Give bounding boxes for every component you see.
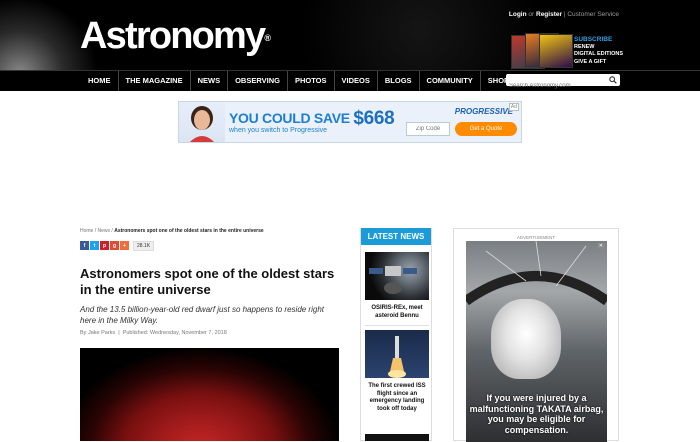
ad-close-icon[interactable]: ✕ [596,243,605,249]
news-caption[interactable]: OSIRIS-REx, meet asteroid Bennu [365,305,429,320]
news-thumbnail[interactable] [365,330,429,378]
breadcrumb-home[interactable]: Home [80,228,93,234]
breadcrumb-news[interactable]: News [98,228,111,234]
breadcrumb-current: Astronomers spot one of the oldest stars… [114,228,264,234]
site-logo[interactable]: Astronomy® [80,14,271,58]
ad-headline: YOU COULD SAVE $668 [229,108,395,129]
magazine-cover-3 [539,34,573,68]
site-header: Astronomy® Login or Register | Customer … [0,0,700,70]
search-box [506,74,620,92]
latest-news-panel: LATEST NEWS OSIRIS-REx, meet asteroid Be… [360,228,432,441]
more-share-icon[interactable]: + [120,241,129,250]
nav-photos[interactable]: PHOTOS [288,71,335,91]
banner-ad[interactable]: YOU COULD SAVE $668 when you switch to P… [178,101,522,143]
author[interactable]: By Jake Parks [80,330,115,336]
ad-label: ADVERTISEMENT [516,235,556,240]
breadcrumb: Home / News / Astronomers spot one of th… [80,228,264,234]
news-thumbnail[interactable] [365,252,429,300]
latest-news-item[interactable]: OSIRIS-REx, meet asteroid Bennu [365,252,429,326]
latest-news-heading: LATEST NEWS [361,228,431,245]
digital-editions-link[interactable]: DIGITAL EDITIONS [574,51,623,59]
pinterest-icon[interactable]: p [100,241,109,250]
article-title: Astronomers spot one of the oldest stars… [80,266,335,297]
subscribe-box: SUBSCRIBE RENEW DIGITAL EDITIONS GIVE A … [574,36,623,66]
facebook-icon[interactable]: f [80,241,89,250]
magazine-covers[interactable] [511,33,573,69]
airbag-shape [491,299,561,379]
ad-choices-tag[interactable]: Ad [508,103,519,111]
ad-text: If you were injured by a malfunctioning … [469,393,604,435]
airbag-ad-image[interactable]: If you were injured by a malfunctioning … [466,241,607,442]
account-links: Login or Register | Customer Service [508,11,619,18]
ad-quote-button[interactable]: Get a Quote [455,122,517,136]
nav-home[interactable]: HOME [81,71,119,91]
ad-subline: when you switch to Progressive [229,127,328,134]
google-plus-icon[interactable]: g [110,241,119,250]
nav-the-magazine[interactable]: THE MAGAZINE [119,71,191,91]
search-input[interactable] [506,80,606,92]
latest-news-item[interactable]: The first crewed ISS flight since an eme… [365,330,429,413]
login-link[interactable]: Login [509,11,527,18]
register-link[interactable]: Register [536,11,562,18]
nav-videos[interactable]: VIDEOS [335,71,378,91]
news-caption[interactable]: The first crewed ISS flight since an eme… [365,383,429,413]
share-count: 28.1K [133,241,155,251]
twitter-icon[interactable]: t [90,241,99,250]
publish-date: Published: Wednesday, November 7, 2018 [122,330,227,336]
ad-person-image [179,102,225,142]
nav-observing[interactable]: OBSERVING [228,71,288,91]
customer-service-link[interactable]: Customer Service [567,11,619,18]
article-subtitle: And the 13.5 billion-year-old red dwarf … [80,305,324,325]
nav-blogs[interactable]: BLOGS [378,71,420,91]
nav-news[interactable]: NEWS [191,71,229,91]
article-hero-image[interactable] [80,348,339,441]
sidebar-ad[interactable]: ADVERTISEMENT If you were injured by a m… [453,228,619,442]
search-icon[interactable] [609,76,617,84]
renew-link[interactable]: RENEW [574,44,623,52]
give-gift-link[interactable]: GIVE A GIFT [574,59,623,67]
news-thumbnail[interactable] [365,434,429,441]
ad-zip-input[interactable] [406,122,450,136]
nav-community[interactable]: COMMUNITY [420,71,481,91]
ad-brand: PROGRESSIVE [454,107,513,116]
share-bar: f t p g + 28.1K [80,241,155,251]
byline: By Jake Parks | Published: Wednesday, No… [80,330,227,336]
subscribe-link[interactable]: SUBSCRIBE [574,36,623,44]
